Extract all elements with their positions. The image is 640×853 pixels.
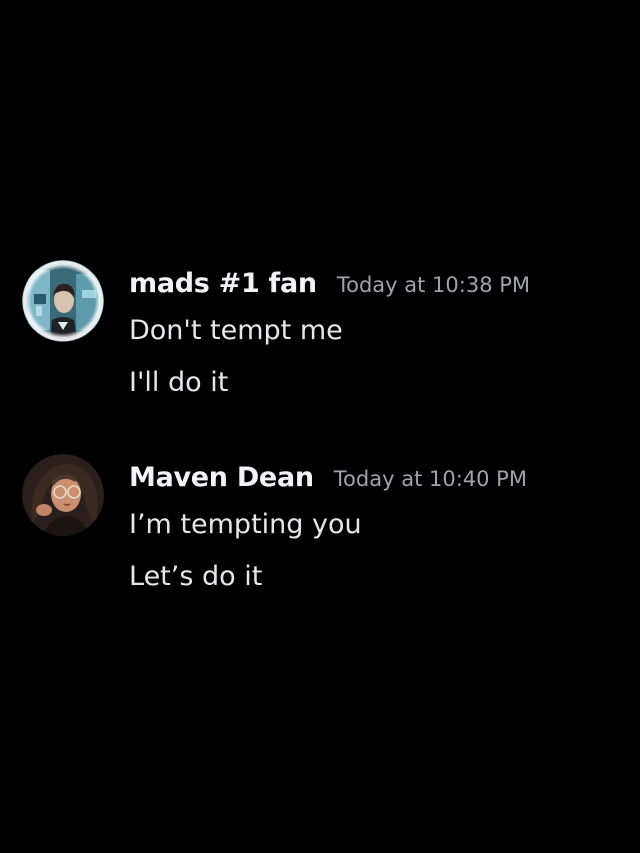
message-text: Don't tempt me [129, 315, 343, 346]
avatar-icon[interactable] [22, 260, 104, 342]
timestamp: Today at 10:40 PM [333, 467, 527, 491]
message-text: Let’s do it [129, 561, 263, 592]
message-content: mads #1 fan Today at 10:38 PM Don't temp… [129, 258, 629, 410]
message-content: Maven Dean Today at 10:40 PM I’m temptin… [129, 452, 629, 604]
message-text: I’m tempting you [129, 509, 362, 540]
username[interactable]: Maven Dean [129, 462, 314, 493]
message-text: I'll do it [129, 367, 229, 398]
avatar-icon[interactable] [22, 454, 104, 536]
timestamp: Today at 10:38 PM [336, 273, 531, 297]
message-header: Maven Dean Today at 10:40 PM [129, 452, 629, 502]
username[interactable]: mads #1 fan [129, 268, 317, 299]
chat-log: mads #1 fan Today at 10:38 PM Don't temp… [0, 0, 640, 853]
message-header: mads #1 fan Today at 10:38 PM [129, 258, 629, 308]
